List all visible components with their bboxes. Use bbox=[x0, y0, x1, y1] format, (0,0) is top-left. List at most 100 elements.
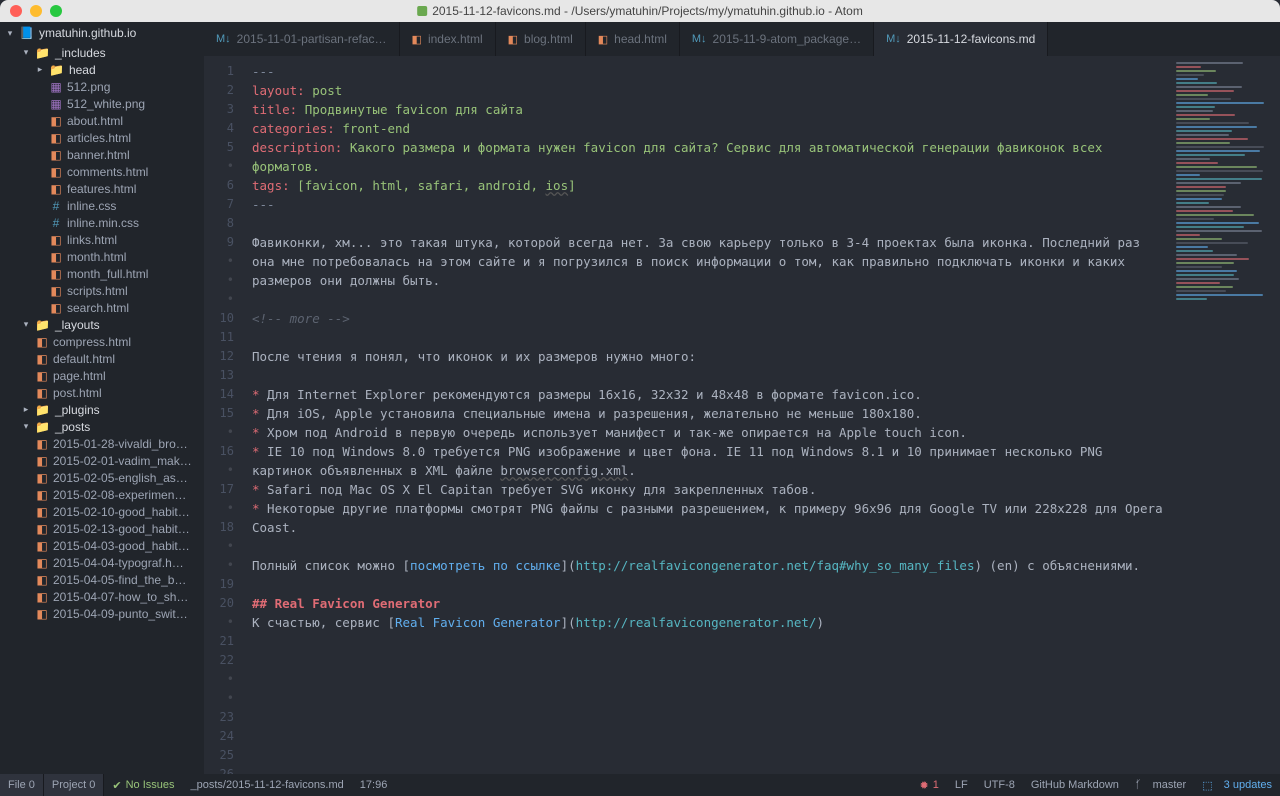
file-icon: ◧ bbox=[50, 267, 62, 281]
html-icon: ◧ bbox=[598, 33, 608, 46]
tab-label: head.html bbox=[614, 32, 667, 46]
file-icon: ◧ bbox=[50, 148, 62, 162]
tree-file[interactable]: ◧about.html bbox=[0, 112, 204, 129]
file-type-icon bbox=[417, 6, 427, 16]
file-icon: ◧ bbox=[36, 454, 48, 468]
file-icon: ▦ bbox=[50, 80, 62, 94]
status-cursor-pos[interactable]: 17:96 bbox=[352, 774, 396, 796]
file-icon: # bbox=[50, 199, 62, 213]
file-icon: ◧ bbox=[36, 607, 48, 621]
status-bar: File 0 Project 0 ✔No Issues _posts/2015-… bbox=[0, 774, 1280, 796]
file-icon: ◧ bbox=[36, 437, 48, 451]
tree-file[interactable]: ◧links.html bbox=[0, 231, 204, 248]
tree-file[interactable]: ◧2015-04-04-typograf.h… bbox=[0, 554, 204, 571]
tree-file[interactable]: ◧2015-04-03-good_habit… bbox=[0, 537, 204, 554]
tree-file[interactable]: ◧2015-04-05-find_the_b… bbox=[0, 571, 204, 588]
file-icon: ◧ bbox=[36, 335, 48, 349]
tree-file[interactable]: ◧search.html bbox=[0, 299, 204, 316]
tree-folder[interactable]: ▸📁_plugins bbox=[0, 401, 204, 418]
tab-label: 2015-11-01-partisan-refac… bbox=[237, 32, 387, 46]
tree-folder[interactable]: ▾📁_layouts bbox=[0, 316, 204, 333]
file-icon: ◧ bbox=[36, 352, 48, 366]
status-grammar[interactable]: GitHub Markdown bbox=[1023, 774, 1127, 796]
file-icon: ◧ bbox=[50, 165, 62, 179]
markdown-icon: M↓ bbox=[692, 33, 707, 45]
project-root[interactable]: ▾📘ymatuhin.github.io bbox=[0, 22, 204, 44]
status-git-branch[interactable]: ᚶ master bbox=[1127, 774, 1194, 796]
branch-icon: ᚶ bbox=[1135, 779, 1142, 791]
tree-file[interactable]: ◧2015-02-01-vadim_mak… bbox=[0, 452, 204, 469]
tree-file[interactable]: #inline.min.css bbox=[0, 214, 204, 231]
tree-file[interactable]: ◧page.html bbox=[0, 367, 204, 384]
tab[interactable]: M↓ 2015-11-9-atom_package… bbox=[680, 22, 874, 56]
tree-file[interactable]: ◧month.html bbox=[0, 248, 204, 265]
window-titlebar: 2015-11-12-favicons.md - /Users/ymatuhin… bbox=[0, 0, 1280, 22]
html-icon: ◧ bbox=[508, 33, 518, 46]
tree-file[interactable]: #inline.css bbox=[0, 197, 204, 214]
tab-bar: M↓2015-11-01-partisan-refac…◧index.html◧… bbox=[204, 22, 1280, 56]
status-error-count[interactable]: ✹1 bbox=[912, 774, 947, 796]
tree-file[interactable]: ◧comments.html bbox=[0, 163, 204, 180]
tab[interactable]: ◧ index.html bbox=[400, 22, 496, 56]
html-icon: ◧ bbox=[412, 33, 422, 46]
status-file-path[interactable]: _posts/2015-11-12-favicons.md bbox=[183, 774, 352, 796]
tree-file[interactable]: ◧2015-02-10-good_habit… bbox=[0, 503, 204, 520]
tree-file[interactable]: ◧month_full.html bbox=[0, 265, 204, 282]
tab-label: blog.html bbox=[524, 32, 573, 46]
tree-file[interactable]: ◧scripts.html bbox=[0, 282, 204, 299]
tab-label: 2015-11-9-atom_package… bbox=[713, 32, 862, 46]
status-issues[interactable]: ✔No Issues bbox=[104, 774, 182, 796]
file-icon: ◧ bbox=[50, 301, 62, 315]
file-icon: ◧ bbox=[36, 573, 48, 587]
tab[interactable]: ◧ blog.html bbox=[496, 22, 586, 56]
tree-file[interactable]: ◧default.html bbox=[0, 350, 204, 367]
status-line-ending[interactable]: LF bbox=[947, 774, 976, 796]
file-icon: ◧ bbox=[36, 539, 48, 553]
tree-file[interactable]: ◧2015-04-09-punto_swit… bbox=[0, 605, 204, 622]
file-icon: ◧ bbox=[36, 386, 48, 400]
tree-file[interactable]: ◧post.html bbox=[0, 384, 204, 401]
file-icon: ◧ bbox=[50, 182, 62, 196]
file-icon: ◧ bbox=[36, 505, 48, 519]
file-icon: ◧ bbox=[36, 488, 48, 502]
tree-file[interactable]: ▦512.png bbox=[0, 78, 204, 95]
file-icon: ◧ bbox=[36, 471, 48, 485]
tab[interactable]: ◧ head.html bbox=[586, 22, 680, 56]
tree-folder[interactable]: ▾📁_posts bbox=[0, 418, 204, 435]
tree-file[interactable]: ▦512_white.png bbox=[0, 95, 204, 112]
tree-file[interactable]: ◧banner.html bbox=[0, 146, 204, 163]
minimap[interactable] bbox=[1170, 56, 1280, 774]
line-number-gutter: 12345•6789•••101112131415•16•17•18••1920… bbox=[204, 56, 244, 774]
tree-file[interactable]: ◧articles.html bbox=[0, 129, 204, 146]
tree-file[interactable]: ◧compress.html bbox=[0, 333, 204, 350]
minimize-icon[interactable] bbox=[30, 5, 42, 17]
file-tree[interactable]: ▾📘ymatuhin.github.io ▾📁_includes▸📁head▦5… bbox=[0, 22, 204, 774]
file-icon: ◧ bbox=[36, 522, 48, 536]
text-editor[interactable]: ---layout: posttitle: Продвинутые favico… bbox=[244, 56, 1170, 774]
tree-file[interactable]: ◧2015-02-05-english_as… bbox=[0, 469, 204, 486]
tree-folder[interactable]: ▾📁_includes bbox=[0, 44, 204, 61]
tree-file[interactable]: ◧2015-04-07-how_to_sh… bbox=[0, 588, 204, 605]
file-icon: ◧ bbox=[50, 284, 62, 298]
tab-label: index.html bbox=[428, 32, 483, 46]
file-icon: # bbox=[50, 216, 62, 230]
maximize-icon[interactable] bbox=[50, 5, 62, 17]
tab[interactable]: M↓2015-11-12-favicons.md bbox=[874, 22, 1048, 56]
file-icon: ◧ bbox=[50, 114, 62, 128]
tree-file[interactable]: ◧features.html bbox=[0, 180, 204, 197]
file-icon: ◧ bbox=[36, 556, 48, 570]
markdown-icon: M↓ bbox=[886, 33, 901, 45]
tree-file[interactable]: ◧2015-02-08-experimen… bbox=[0, 486, 204, 503]
status-updates[interactable]: ⬚ 3 updates bbox=[1194, 774, 1280, 796]
status-file-count[interactable]: File 0 bbox=[0, 774, 44, 796]
file-icon: ◧ bbox=[50, 233, 62, 247]
package-icon: ⬚ bbox=[1202, 779, 1212, 792]
file-icon: ◧ bbox=[36, 369, 48, 383]
tab[interactable]: M↓2015-11-01-partisan-refac… bbox=[204, 22, 400, 56]
status-project-count[interactable]: Project 0 bbox=[44, 774, 104, 796]
tree-file[interactable]: ◧2015-02-13-good_habit… bbox=[0, 520, 204, 537]
tree-file[interactable]: ◧2015-01-28-vivaldi_bro… bbox=[0, 435, 204, 452]
close-icon[interactable] bbox=[10, 5, 22, 17]
status-encoding[interactable]: UTF-8 bbox=[976, 774, 1023, 796]
tree-folder[interactable]: ▸📁head bbox=[0, 61, 204, 78]
